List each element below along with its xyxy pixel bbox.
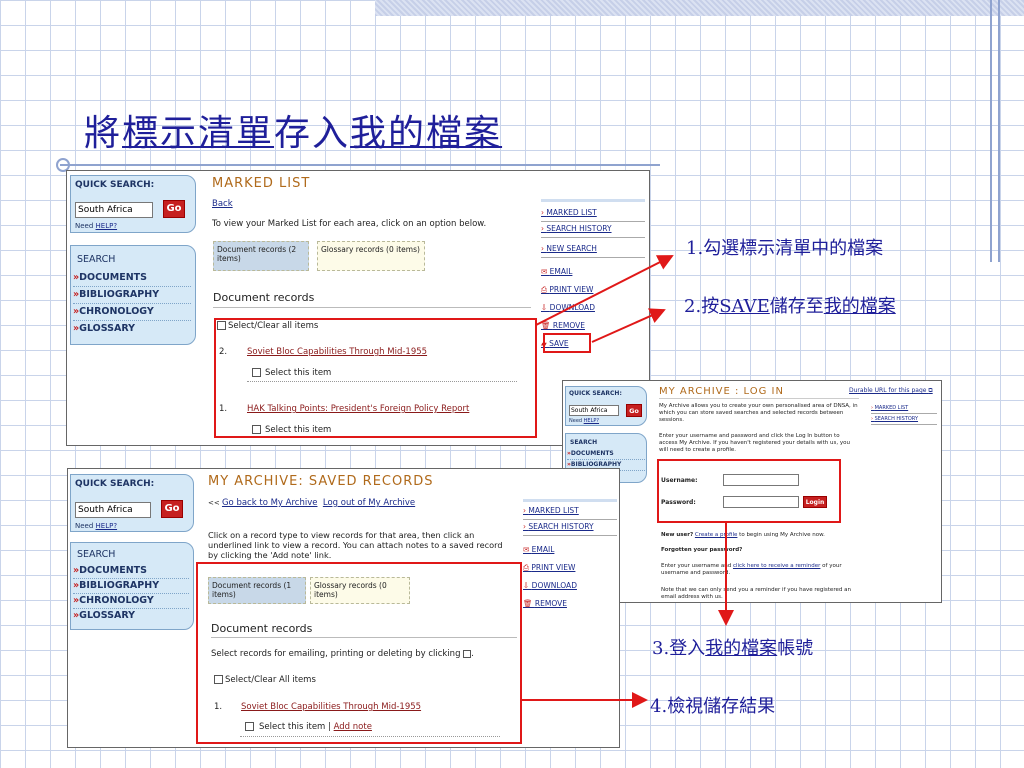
arrow-step-2 bbox=[591, 308, 666, 343]
annotation-arrows bbox=[522, 255, 734, 708]
